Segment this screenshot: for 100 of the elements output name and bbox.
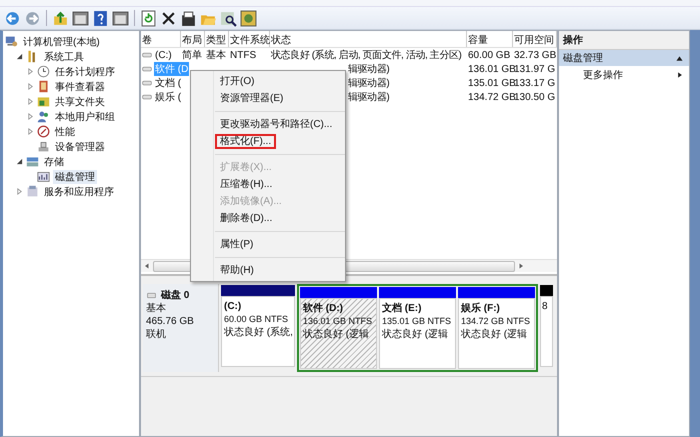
- tree-item[interactable]: 存储: [42, 154, 66, 168]
- partition-block[interactable]: 软件 (D:) 136.01 GB NTFS 状态良好 (逻辑: [300, 298, 377, 369]
- table-cell: 130.50 G: [514, 92, 556, 102]
- table-cell-text: 辑驱动器): [348, 91, 390, 104]
- table-cell[interactable]: (C:): [154, 50, 173, 60]
- action-link[interactable]: 更多操作: [583, 68, 623, 82]
- table-cell: 134.72 GB: [468, 92, 516, 102]
- partition-block[interactable]: 8: [540, 296, 553, 367]
- table-cell: NTFS: [230, 50, 256, 60]
- partition-label: 文档 (E:): [382, 302, 422, 315]
- partition-detail: 状态良好 (逻辑: [461, 328, 528, 341]
- help-icon[interactable]: [92, 10, 109, 26]
- table-cell: 133.17 G: [514, 78, 556, 88]
- shared-folder-icon: [37, 95, 50, 108]
- log-book-icon: [37, 80, 50, 93]
- collapsed-arrow-icon[interactable]: [27, 128, 34, 135]
- folder-up-icon[interactable]: [52, 10, 69, 26]
- table-cell: 32.73 GB: [514, 50, 556, 60]
- partition-detail: 134.72 GB NTFS: [461, 315, 532, 328]
- menu-item[interactable]: 打开(O): [215, 74, 260, 89]
- collapse-arrow-icon[interactable]: [676, 54, 683, 62]
- collapsed-arrow-icon[interactable]: [27, 68, 34, 75]
- collapsed-arrow-icon[interactable]: [16, 188, 23, 195]
- column-header[interactable]: 类型: [205, 31, 229, 47]
- menu-item[interactable]: 帮助(H): [215, 263, 259, 278]
- tree-item[interactable]: 事件查看器: [53, 80, 107, 94]
- collapsed-arrow-icon[interactable]: [27, 83, 34, 90]
- column-header[interactable]: 可用空间: [513, 31, 557, 47]
- partition-block[interactable]: (C:) 60.00 GB NTFS 状态良好 (系统,: [221, 296, 295, 367]
- table-cell: 131.97 G: [514, 64, 556, 74]
- device-icon: [37, 140, 50, 153]
- expanded-arrow-icon[interactable]: [16, 53, 23, 60]
- services-icon: [26, 185, 39, 198]
- submenu-arrow-icon: [677, 71, 683, 79]
- partition-block[interactable]: 文档 (E:) 135.01 GB NTFS 状态良好 (逻辑: [379, 298, 456, 369]
- search-icon[interactable]: [220, 10, 237, 26]
- menu-item[interactable]: 属性(P): [215, 237, 258, 252]
- computer-icon: [5, 35, 18, 48]
- partition-detail: 135.01 GB NTFS: [382, 315, 452, 328]
- tree-item[interactable]: 系统工具: [42, 50, 86, 64]
- menu-item[interactable]: 格式化(F)...: [215, 134, 276, 149]
- window-icon[interactable]: [72, 10, 89, 26]
- tree-item[interactable]: 计算机管理(本地): [21, 34, 102, 48]
- partition-label: 软件 (D:): [303, 302, 344, 315]
- partition-label: 娱乐 (F:): [461, 302, 501, 315]
- table-cell: 60.00 GB: [468, 50, 510, 60]
- menu-item[interactable]: 更改驱动器号和路径(C)...: [215, 117, 338, 132]
- column-header[interactable]: 卷: [141, 31, 181, 47]
- disk-settings-icon[interactable]: [240, 10, 257, 26]
- tree-item[interactable]: 任务计划程序: [53, 64, 117, 78]
- menu-item[interactable]: 删除卷(D)...: [215, 211, 278, 226]
- table-cell: 135.01 GB: [468, 78, 516, 88]
- disk-name: 磁盘 0: [161, 288, 190, 302]
- refresh-icon[interactable]: [140, 10, 157, 26]
- menu-item[interactable]: 资源管理器(E): [215, 91, 288, 106]
- table-cell: 136.01 GB: [468, 64, 516, 74]
- expanded-arrow-icon[interactable]: [16, 158, 23, 165]
- tree-item[interactable]: 性能: [53, 124, 77, 138]
- scroll-left-icon[interactable]: [143, 262, 151, 270]
- tree-item[interactable]: 共享文件夹: [53, 94, 107, 108]
- table-cell-text: 辑驱动器): [348, 77, 390, 90]
- table-cell[interactable]: 娱乐 (: [154, 90, 182, 104]
- column-header[interactable]: 状态: [270, 31, 467, 47]
- table-cell-text: 状态良好 (系统, 启动, 页面文件, 活动, 主分区): [271, 48, 462, 62]
- disk-detail: 联机: [146, 328, 167, 341]
- delete-icon[interactable]: [160, 10, 177, 26]
- column-header[interactable]: 容量: [467, 31, 513, 47]
- partition-block[interactable]: 娱乐 (F:) 134.72 GB NTFS 状态良好 (逻辑: [458, 298, 535, 369]
- actions-section[interactable]: 磁盘管理: [563, 51, 603, 65]
- storage-icon: [26, 155, 39, 168]
- properties-icon[interactable]: [180, 10, 197, 26]
- menu-item[interactable]: 压缩卷(H)...: [215, 177, 278, 192]
- clock-icon: [37, 65, 50, 78]
- collapsed-arrow-icon[interactable]: [27, 113, 34, 120]
- tree-item[interactable]: 设备管理器: [53, 140, 107, 154]
- partition-detail: 状态良好 (逻辑: [303, 328, 370, 341]
- tree-item[interactable]: 磁盘管理: [53, 170, 97, 184]
- scroll-right-icon[interactable]: [517, 262, 525, 270]
- disk-detail: 基本: [146, 302, 167, 315]
- table-cell-text: 基本: [206, 48, 226, 62]
- tree-item[interactable]: 本地用户和组: [53, 110, 117, 124]
- column-header[interactable]: 布局: [181, 31, 205, 47]
- table-cell[interactable]: 文档 (: [154, 76, 182, 90]
- partition-detail: 60.00 GB NTFS: [224, 313, 290, 326]
- partition-label: 8: [542, 300, 549, 313]
- pane-title: 操作: [559, 31, 689, 50]
- partition-label: (C:): [224, 300, 242, 313]
- partition-detail: 136.01 GB NTFS: [303, 315, 374, 328]
- collapsed-arrow-icon[interactable]: [27, 98, 34, 105]
- disk-detail: 465.76 GB: [146, 315, 195, 328]
- window-icon[interactable]: [112, 10, 129, 26]
- table-cell-text: 简单: [182, 48, 202, 62]
- gauge-icon: [37, 125, 50, 138]
- users-icon: [37, 110, 50, 123]
- partition-detail: 状态良好 (逻辑: [382, 328, 450, 341]
- partition-header-bar: [540, 285, 553, 296]
- column-header[interactable]: 文件系统: [229, 31, 270, 47]
- table-cell-text: 辑驱动器): [348, 63, 390, 76]
- disk-chart-icon: [37, 170, 50, 183]
- tree-item[interactable]: 服务和应用程序: [42, 184, 116, 198]
